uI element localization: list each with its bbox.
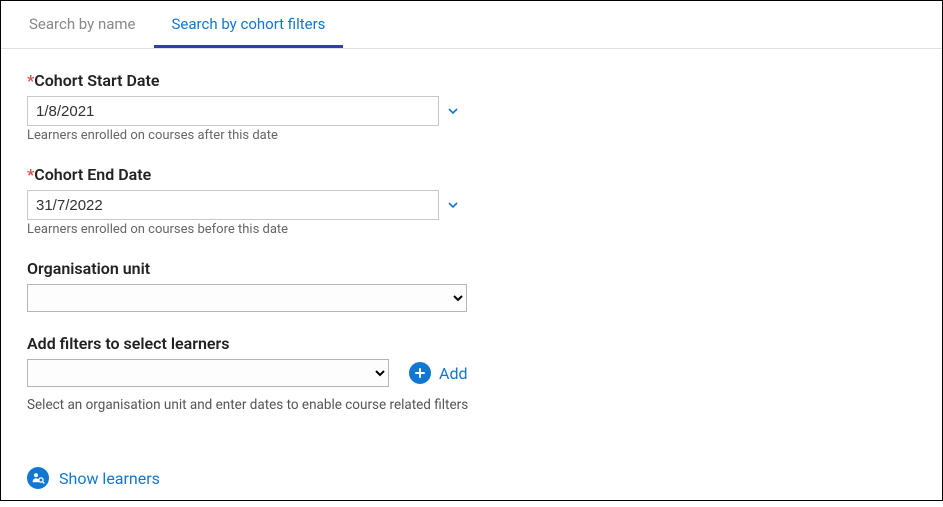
- add-filter-button[interactable]: Add: [409, 362, 467, 384]
- show-learners-label: Show learners: [59, 469, 160, 488]
- tabs: Search by name Search by cohort filters: [1, 1, 942, 49]
- cohort-end-date-group: *Cohort End Date Learners enrolled on co…: [27, 165, 916, 237]
- tab-search-by-cohort-filters[interactable]: Search by cohort filters: [154, 1, 344, 48]
- filters-note: Select an organisation unit and enter da…: [27, 397, 916, 413]
- cohort-start-date-input[interactable]: [27, 96, 439, 126]
- plus-circle-icon: [409, 362, 431, 384]
- add-filter-label: Add: [439, 364, 467, 383]
- organisation-unit-select[interactable]: [27, 284, 467, 312]
- add-filters-select[interactable]: [27, 359, 389, 387]
- tab-search-by-name[interactable]: Search by name: [11, 1, 154, 48]
- chevron-down-icon[interactable]: [447, 199, 459, 211]
- add-filters-label: Add filters to select learners: [27, 334, 916, 353]
- cohort-end-helper: Learners enrolled on courses before this…: [27, 222, 916, 237]
- person-search-icon: [27, 467, 49, 489]
- label-text: Cohort Start Date: [34, 71, 159, 90]
- organisation-unit-label: Organisation unit: [27, 259, 916, 278]
- add-filters-group: Add filters to select learners Add Selec…: [27, 334, 916, 413]
- cohort-start-date-label: *Cohort Start Date: [27, 71, 916, 90]
- chevron-down-icon[interactable]: [447, 105, 459, 117]
- show-learners-button[interactable]: Show learners: [27, 467, 160, 489]
- cohort-start-helper: Learners enrolled on courses after this …: [27, 128, 916, 143]
- label-text: Cohort End Date: [34, 165, 151, 184]
- organisation-unit-group: Organisation unit: [27, 259, 916, 312]
- cohort-end-date-label: *Cohort End Date: [27, 165, 916, 184]
- cohort-start-date-group: *Cohort Start Date Learners enrolled on …: [27, 71, 916, 143]
- cohort-end-date-input[interactable]: [27, 190, 439, 220]
